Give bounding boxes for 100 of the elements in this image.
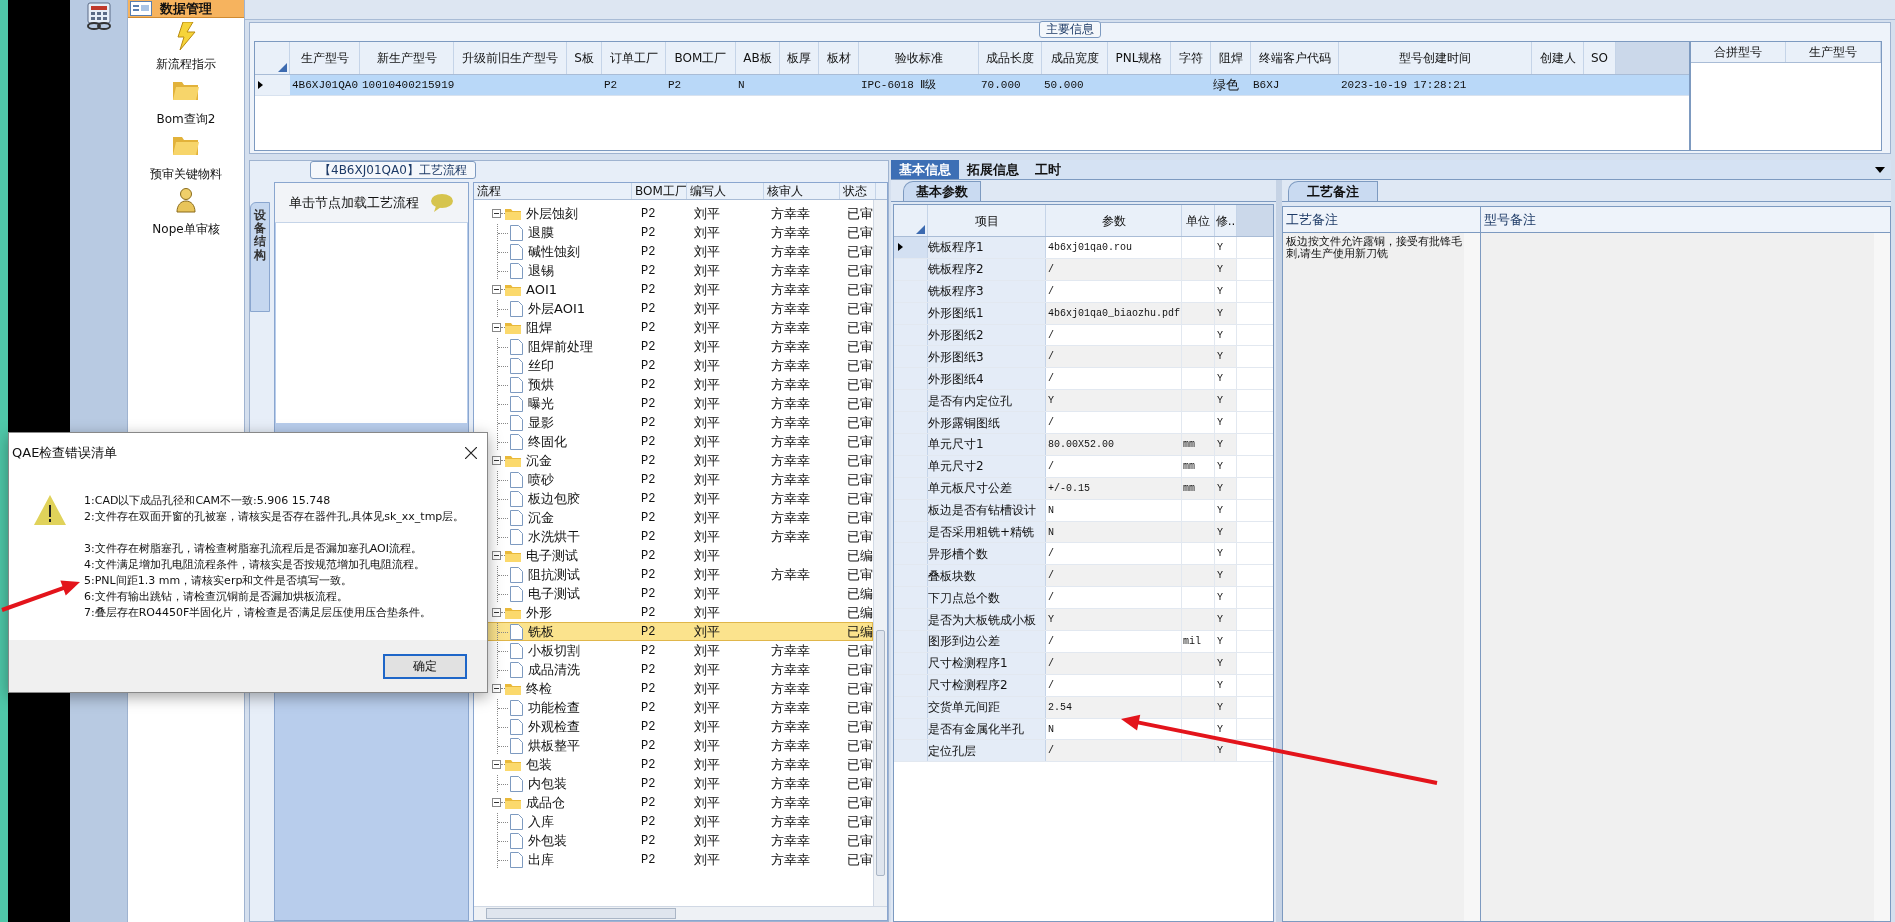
collapse-icon[interactable]	[492, 285, 501, 294]
table-row[interactable]: 单元板尺寸公差 +/-0.15 mm Y	[894, 477, 1273, 500]
tree-row[interactable]: 外层蚀刻 P2 刘平 方幸幸 已审	[474, 204, 873, 223]
collapse-icon[interactable]	[492, 551, 501, 560]
table-row[interactable]: 是否为大板铣成小板 Y Y	[894, 609, 1273, 632]
column-header[interactable]: 合拼型号	[1691, 42, 1786, 62]
tree-row[interactable]: 终固化 P2 刘平 方幸幸 已审	[474, 432, 873, 451]
table-row[interactable]: 图形到边公差 / mil Y	[894, 631, 1273, 653]
tree-row[interactable]: 沉金 P2 刘平 方幸幸 已审	[474, 451, 873, 470]
collapse-icon[interactable]	[492, 798, 501, 807]
panel-tab[interactable]: 工艺备注	[1288, 181, 1378, 201]
table-row[interactable]: 叠板块数 / Y	[894, 565, 1273, 588]
tree-row[interactable]: 碱性蚀刻 P2 刘平 方幸幸 已审	[474, 242, 873, 261]
column-header[interactable]: 阻焊	[1211, 42, 1251, 74]
nav-item[interactable]: Bom查询2	[156, 77, 216, 128]
tree-row[interactable]: 成品仓 P2 刘平 方幸幸 已审	[474, 793, 873, 812]
table-row[interactable]: 是否采用粗铣+精铣 N Y	[894, 521, 1273, 544]
tree-row[interactable]: 板边包胶 P2 刘平 方幸幸 已审	[474, 489, 873, 508]
tree-row[interactable]: 阻抗测试 P2 刘平 方幸幸 已审	[474, 565, 873, 584]
scrollbar[interactable]	[1874, 233, 1890, 921]
column-header[interactable]: 单位	[1182, 205, 1215, 236]
tree-row[interactable]: 退锡 P2 刘平 方幸幸 已审	[474, 261, 873, 280]
column-header[interactable]: 成品宽度	[1042, 42, 1108, 74]
close-icon[interactable]	[465, 447, 477, 459]
scrollbar[interactable]	[873, 200, 887, 906]
collapse-icon[interactable]	[492, 209, 501, 218]
tree-row[interactable]: 包装 P2 刘平 方幸幸 已审	[474, 755, 873, 774]
tree-row[interactable]: 显影 P2 刘平 方幸幸 已审	[474, 413, 873, 432]
table-row[interactable]: 尺寸检测程序1 / Y	[894, 652, 1273, 675]
collapse-icon[interactable]	[492, 456, 501, 465]
tree-row[interactable]: AOI1 P2 刘平 方幸幸 已审	[474, 280, 873, 299]
tree-row[interactable]: 入库 P2 刘平 方幸幸 已审	[474, 812, 873, 831]
nav-item[interactable]: 新流程指示	[156, 22, 216, 73]
tree-row[interactable]: 出库 P2 刘平 方幸幸 已审	[474, 850, 873, 869]
column-header[interactable]: BOM工厂	[632, 183, 687, 199]
tree-row[interactable]: 阻焊前处理 P2 刘平 方幸幸 已审	[474, 337, 873, 356]
table-row[interactable]: 异形槽个数 / Y	[894, 543, 1273, 566]
table-row[interactable]: 铣板程序2 / Y	[894, 258, 1273, 281]
tree-row[interactable]: 阻焊 P2 刘平 方幸幸 已审	[474, 318, 873, 337]
tree-row[interactable]: 外包装 P2 刘平 方幸幸 已审	[474, 831, 873, 850]
table-row[interactable]: 单元尺寸2 / mm Y	[894, 455, 1273, 478]
collapse-icon[interactable]	[492, 684, 501, 693]
tree-row[interactable]: 喷砂 P2 刘平 方幸幸 已审	[474, 470, 873, 489]
nav-header[interactable]: 数据管理	[128, 0, 244, 18]
tree-row[interactable]: 外观检查 P2 刘平 方幸幸 已审	[474, 717, 873, 736]
column-header[interactable]: 字符	[1171, 42, 1211, 74]
column-header[interactable]: 成品长度	[979, 42, 1042, 74]
column-header[interactable]: AB板	[736, 42, 780, 74]
column-header[interactable]: 状态	[840, 183, 876, 199]
column-header[interactable]: 升级前旧生产型号	[454, 42, 567, 74]
tree-row[interactable]: 沉金 P2 刘平 方幸幸 已审	[474, 508, 873, 527]
tab[interactable]: 工时	[1027, 160, 1069, 179]
ok-button[interactable]: 确定	[383, 653, 467, 679]
scrollbar[interactable]	[1464, 233, 1480, 921]
row-indicator[interactable]	[894, 237, 928, 258]
table-row[interactable]: 外形露铜图纸 / Y	[894, 412, 1273, 434]
column-header[interactable]: 编写人	[687, 183, 764, 199]
table-row[interactable]: 交货单元间距 2.54 Y	[894, 696, 1273, 719]
tree-row[interactable]: 水洗烘干 P2 刘平 方幸幸 已审	[474, 527, 873, 546]
table-row[interactable]: 是否有内定位孔 Y Y	[894, 390, 1273, 413]
column-header[interactable]: 验收标准	[859, 42, 979, 74]
column-header[interactable]: 生产型号	[290, 42, 360, 74]
horizontal-scrollbar[interactable]	[474, 906, 887, 920]
dropdown-icon[interactable]	[1875, 167, 1885, 173]
table-row[interactable]: 铣板程序1 4b6xj01qa0.rou Y	[894, 237, 1273, 259]
tree-row[interactable]: 电子测试 P2 刘平 已编	[474, 584, 873, 603]
tree-row[interactable]: 功能检查 P2 刘平 方幸幸 已审	[474, 698, 873, 717]
column-header[interactable]: S板	[567, 42, 602, 74]
tree-row[interactable]: 成品清洗 P2 刘平 方幸幸 已审	[474, 660, 873, 679]
column-header[interactable]: 新生产型号	[360, 42, 454, 74]
column-header[interactable]: PNL规格	[1108, 42, 1171, 74]
table-row[interactable]: 单元尺寸1 80.00X52.00 mm Y	[894, 434, 1273, 456]
tab[interactable]: 拓展信息	[959, 160, 1027, 179]
tree-row[interactable]: 曝光 P2 刘平 方幸幸 已审	[474, 394, 873, 413]
column-header[interactable]: BOM工厂	[666, 42, 736, 74]
column-header[interactable]: 参数	[1046, 205, 1182, 236]
nav-item[interactable]: 预审关键物料	[150, 132, 222, 183]
tree-row[interactable]: 烘板整平 P2 刘平 方幸幸 已审	[474, 736, 873, 755]
table-row[interactable]: 尺寸检测程序2 / Y	[894, 674, 1273, 697]
column-header[interactable]: 板厚	[780, 42, 819, 74]
tab[interactable]: 基本信息	[891, 160, 959, 179]
collapse-icon[interactable]	[492, 323, 501, 332]
column-header[interactable]: 流程	[474, 183, 632, 199]
table-row[interactable]: 外形图纸4 / Y	[894, 368, 1273, 391]
tree-row[interactable]: 丝印 P2 刘平 方幸幸 已审	[474, 356, 873, 375]
table-row[interactable]: 外形图纸2 / Y	[894, 324, 1273, 347]
tree-row[interactable]: 外形 P2 刘平 已编	[474, 603, 873, 622]
tree-row[interactable]: 小板切割 P2 刘平 方幸幸 已审	[474, 641, 873, 660]
column-header[interactable]: 终端客户代码	[1251, 42, 1339, 74]
column-header[interactable]: 型号创建时间	[1339, 42, 1532, 74]
table-row[interactable]: 定位孔层 / Y	[894, 740, 1273, 763]
tree-row[interactable]: 电子测试 P2 刘平 已编	[474, 546, 873, 565]
column-header[interactable]: 板材	[819, 42, 859, 74]
table-row[interactable]: 外形图纸1 4b6xj01qa0_biaozhu.pdf Y	[894, 302, 1273, 325]
tree-row[interactable]: 终检 P2 刘平 方幸幸 已审	[474, 679, 873, 698]
collapse-icon[interactable]	[492, 760, 501, 769]
tree-row[interactable]: 外层AOI1 P2 刘平 方幸幸 已审	[474, 299, 873, 318]
side-tab[interactable]: 设备结构	[250, 202, 270, 312]
column-header[interactable]: 订单工厂	[602, 42, 666, 74]
column-header[interactable]: 项目	[928, 205, 1046, 236]
